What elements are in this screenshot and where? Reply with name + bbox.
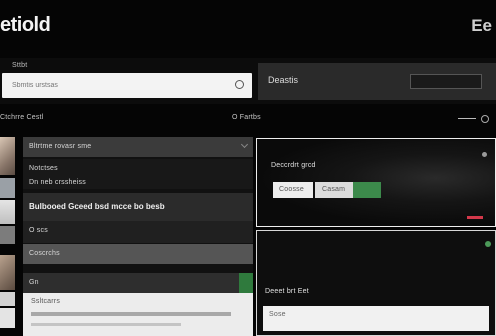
right-filter-bar: Deastis [258,63,496,100]
chevron-down-icon [240,140,249,149]
thumbnail-image[interactable] [0,308,15,328]
section-heading-right: O Fartbs [232,114,261,121]
card-field[interactable]: Sose [263,306,489,331]
list-item-label: Notctses [29,165,58,172]
list-item-expanded[interactable]: Ssltcarrs [23,293,253,336]
status-dot-icon [482,152,487,157]
text-line [31,323,181,326]
header-right-text[interactable]: Ee [471,16,492,36]
right-bar-label: Deastis [268,75,299,85]
status-badge [239,273,253,293]
thumbnail-image[interactable] [0,137,15,175]
list-item[interactable]: O scs [23,221,253,243]
list-item[interactable]: Bltrtme rovasr sme [23,137,253,157]
thumbnail-image[interactable] [0,178,15,198]
list-item-label: O scs [29,227,48,234]
list-item-label: Gn [29,279,39,286]
card-select[interactable]: Casam [315,182,353,198]
card-input[interactable]: Coosse [273,182,313,198]
list-item-label: Ssltcarrs [31,298,61,305]
status-dot-icon [485,241,491,247]
right-bar-field[interactable] [410,74,482,89]
thumbnail-image[interactable] [0,255,15,290]
search-icon[interactable] [235,80,244,89]
list-item[interactable]: Dn neb crssheiss [23,177,253,189]
list-item-label: Bltrtme rovasr sme [29,143,92,150]
section-heading-left: Ctchrre Cestl [0,114,44,121]
card-title: Deccrdrt grcd [271,162,316,169]
search-label: Sttbt [12,62,28,69]
search-box[interactable] [2,73,252,98]
thumbnail-image[interactable] [0,226,15,244]
list-item[interactable]: Gn [23,273,253,293]
list-item[interactable]: Notctses [23,159,253,179]
card-select-text: Casam [322,186,346,193]
list-item-label: Bulbooed Gceed bsd mcce bo besb [29,202,165,211]
card-title: Deeet brt Eet [265,288,309,295]
list-item[interactable]: Coscrchs [23,244,253,264]
app-title: etiold [0,14,51,36]
card-field-text: Sose [269,311,286,318]
search-input[interactable] [12,73,232,98]
circle-icon[interactable] [481,115,489,123]
submit-button[interactable] [353,182,381,198]
feature-card: Deccrdrt grcd Coosse Casam [256,138,496,227]
list-item-label: Dn neb crssheiss [29,179,86,186]
thumbnail-image[interactable] [0,292,15,306]
thumbnail-image[interactable] [0,200,15,224]
minimize-icon[interactable] [458,118,476,119]
text-line [31,312,231,316]
card-input-text: Coosse [279,186,304,193]
list-panel: Bltrtme rovasr sme Notctses Dn neb crssh… [23,137,253,336]
alert-flag[interactable] [467,216,483,219]
info-card: Deeet brt Eet Sose [256,230,496,336]
list-item-label: Coscrchs [29,250,60,257]
